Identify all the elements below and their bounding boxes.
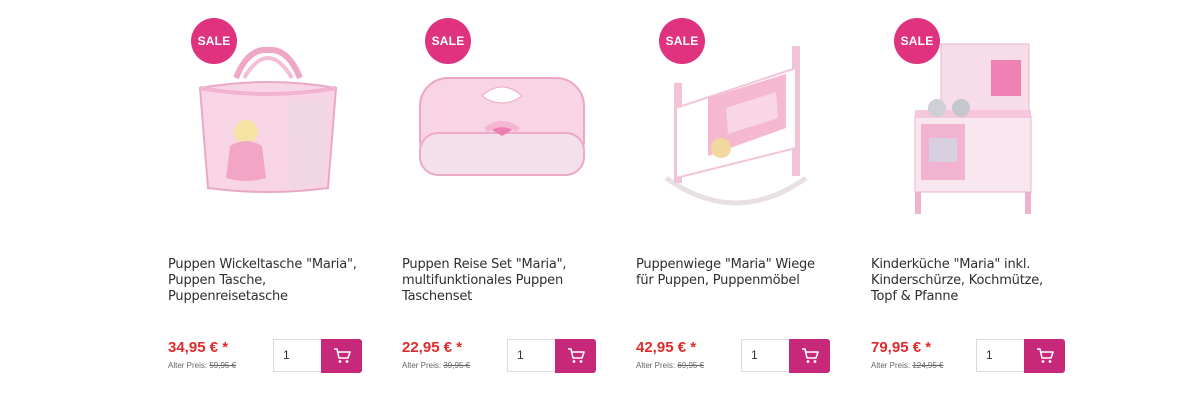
product-price: 79,95 € *	[871, 339, 932, 356]
add-to-cart-button[interactable]	[555, 339, 596, 373]
old-price-value: 59,95 €	[209, 361, 237, 370]
quantity-input[interactable]: 1	[507, 339, 555, 372]
product-image-cradle[interactable]	[646, 38, 826, 218]
add-to-cart-button[interactable]	[321, 339, 362, 373]
product-title[interactable]: Puppenwiege "Maria" Wiege für Puppen, Pu…	[636, 257, 836, 289]
quantity-input[interactable]: 1	[976, 339, 1024, 372]
old-price: Alter Preis: 39,95 €	[402, 361, 470, 370]
product-image-travel-set[interactable]	[412, 38, 592, 218]
sale-badge: SALE	[191, 18, 237, 64]
shopping-cart-icon	[567, 348, 585, 363]
product-title[interactable]: Puppen Wickeltasche "Maria", Puppen Tasc…	[168, 257, 368, 305]
old-price-label: Alter Preis:	[402, 361, 442, 370]
product-card: SALE Puppenwiege "Maria" Wiege für Puppe…	[636, 0, 846, 400]
old-price-label: Alter Preis:	[871, 361, 911, 370]
product-price: 42,95 € *	[636, 339, 697, 356]
shopping-cart-icon	[1036, 348, 1054, 363]
old-price: Alter Preis: 124,95 €	[871, 361, 944, 370]
old-price: Alter Preis: 69,95 €	[636, 361, 704, 370]
product-price: 34,95 € *	[168, 339, 229, 356]
product-card: SALE Kinderküche "Maria" inkl. Kindersch…	[871, 0, 1081, 400]
sale-badge: SALE	[659, 18, 705, 64]
shopping-cart-icon	[333, 348, 351, 363]
old-price-label: Alter Preis:	[636, 361, 676, 370]
old-price-value: 69,95 €	[677, 361, 705, 370]
old-price-value: 39,95 €	[443, 361, 471, 370]
add-to-cart-button[interactable]	[1024, 339, 1065, 373]
shopping-cart-icon	[801, 348, 819, 363]
product-card: SALE Puppen Wickeltasche "Maria", Puppen…	[168, 0, 378, 400]
old-price-label: Alter Preis:	[168, 361, 208, 370]
product-grid: SALE Puppen Wickeltasche "Maria", Puppen…	[0, 0, 1200, 400]
product-title[interactable]: Kinderküche "Maria" inkl. Kinderschürze,…	[871, 257, 1071, 305]
old-price: Alter Preis: 59,95 €	[168, 361, 236, 370]
product-title[interactable]: Puppen Reise Set "Maria", multifunktiona…	[402, 257, 602, 305]
add-to-cart-button[interactable]	[789, 339, 830, 373]
old-price-value: 124,95 €	[912, 361, 944, 370]
product-image-kitchen[interactable]	[881, 38, 1061, 218]
sale-badge: SALE	[425, 18, 471, 64]
sale-badge: SALE	[894, 18, 940, 64]
product-image-diaper-bag[interactable]	[178, 38, 358, 218]
product-price: 22,95 € *	[402, 339, 463, 356]
quantity-input[interactable]: 1	[741, 339, 789, 372]
product-card: SALE Puppen Reise Set "Maria", multifunk…	[402, 0, 612, 400]
quantity-input[interactable]: 1	[273, 339, 321, 372]
